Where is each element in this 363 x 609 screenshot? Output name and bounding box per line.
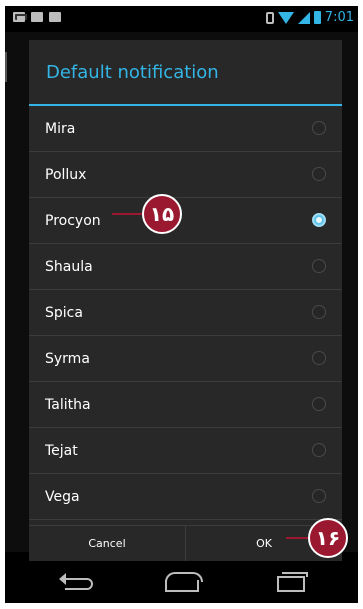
radio-button[interactable]	[312, 167, 326, 181]
phone-screen: 7:01 Default notification Mira Pollux Pr…	[5, 6, 358, 603]
gmail-icon	[13, 12, 27, 22]
list-item[interactable]: Vega	[29, 474, 342, 520]
list-item-label: Spica	[45, 304, 83, 321]
callout-badge: ۱۵	[142, 194, 182, 234]
list-item[interactable]: Talitha	[29, 382, 342, 428]
callout-badge: ۱۶	[308, 518, 348, 558]
list-item-label: Procyon	[45, 212, 101, 229]
background-back-indicator	[5, 52, 17, 82]
ringtone-list: Mira Pollux Procyon Shaula Spica Syrma T…	[29, 106, 342, 520]
list-item[interactable]: Shaula	[29, 244, 342, 290]
list-item[interactable]: Mira	[29, 106, 342, 152]
recent-apps-icon[interactable]	[277, 572, 308, 592]
list-item[interactable]: Pollux	[29, 152, 342, 198]
radio-button[interactable]	[312, 351, 326, 365]
chat-icon	[31, 12, 43, 22]
home-icon[interactable]	[165, 572, 203, 592]
status-bar: 7:01	[5, 6, 358, 32]
signal-icon	[297, 11, 310, 24]
wifi-icon	[277, 11, 294, 24]
radio-button[interactable]	[312, 397, 326, 411]
callout-pointer	[112, 213, 142, 215]
list-item-label: Talitha	[45, 396, 91, 413]
list-item[interactable]: Spica	[29, 290, 342, 336]
back-icon[interactable]	[59, 573, 93, 590]
list-item-label: Tejat	[45, 442, 78, 459]
list-item-label: Pollux	[45, 166, 87, 183]
notification-dialog: Default notification Mira Pollux Procyon…	[29, 40, 342, 561]
vibrate-icon	[265, 11, 274, 24]
voicemail-icon	[49, 12, 61, 22]
radio-button[interactable]	[312, 259, 326, 273]
battery-icon	[313, 11, 321, 24]
radio-button[interactable]	[312, 121, 326, 135]
status-time: 7:01	[324, 10, 354, 25]
cancel-button[interactable]: Cancel	[29, 526, 186, 561]
callout-ok: ۱۶	[286, 518, 348, 558]
callout-procyon: ۱۵	[112, 194, 182, 234]
radio-button[interactable]	[312, 489, 326, 503]
radio-button[interactable]	[312, 443, 326, 457]
radio-button-selected[interactable]	[312, 213, 326, 227]
radio-button[interactable]	[312, 305, 326, 319]
list-item[interactable]: Syrma	[29, 336, 342, 382]
list-item-label: Shaula	[45, 258, 93, 275]
callout-pointer	[286, 537, 308, 539]
dialog-title: Default notification	[29, 40, 342, 106]
list-item-label: Vega	[45, 488, 80, 505]
list-item-label: Syrma	[45, 350, 90, 367]
list-item[interactable]: Tejat	[29, 428, 342, 474]
list-item-label: Mira	[45, 120, 76, 137]
list-item[interactable]: Procyon	[29, 198, 342, 244]
navigation-bar	[5, 564, 358, 603]
